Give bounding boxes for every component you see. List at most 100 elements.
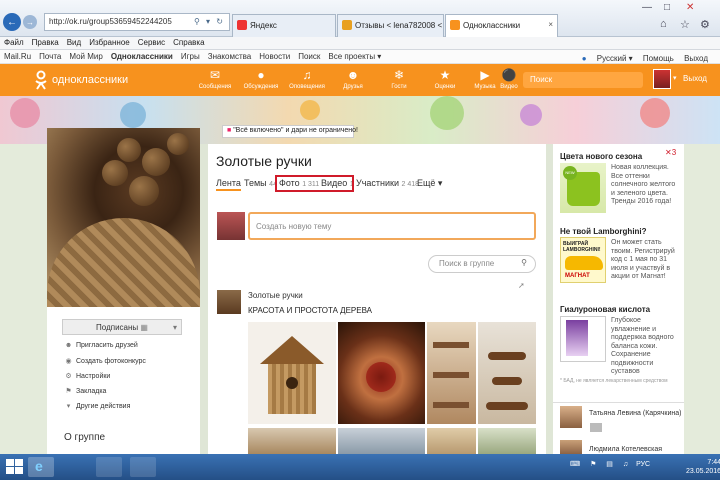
input-language[interactable]: РУС [636,461,650,468]
nav-guests[interactable]: ❄ Гости [379,68,419,90]
ok-exit-link[interactable]: Выход [683,74,707,83]
fav-games[interactable]: Игры [177,50,204,63]
ad-title[interactable]: Цвета нового сезона [560,152,642,161]
ad-title[interactable]: Не твой Lamborghini? [560,227,647,236]
menu-file[interactable]: Файл [0,37,28,48]
network-icon[interactable]: ▤ [606,461,613,468]
post-photo-stand[interactable] [478,322,536,424]
nav-discussions[interactable]: ● Обсуждения [241,68,281,90]
volume-icon[interactable]: ♫ [623,461,628,468]
ad-text[interactable]: Он может стать твоим. Регистрируй код с … [611,239,681,282]
group-search-input[interactable]: Поиск в группе ⚲ [428,255,536,273]
ok-logo[interactable]: одноклассники [34,70,128,90]
help-link[interactable]: Помощь [639,54,678,63]
fav-all-projects[interactable]: Все проекты ▾ [324,50,385,63]
windows-start-icon[interactable] [6,459,24,475]
url-input[interactable]: http://ok.ru/group53659452244205 ⚲ ▾ ↻ [44,13,230,31]
pin-icon[interactable]: ➚ [518,281,525,290]
message-icon[interactable] [590,423,602,432]
group-search-placeholder: Поиск в группе [439,259,495,268]
menu-view[interactable]: Вид [63,37,85,48]
tab-reviews[interactable]: Отзывы < lena782008 < Польз... [337,14,444,37]
post-photo-5[interactable] [248,428,336,454]
fav-mymir[interactable]: Мой Мир [65,50,106,63]
ad-close-icon[interactable]: ✕3 [665,148,676,157]
post-photo-shelves[interactable] [427,322,476,424]
post-photo-8[interactable] [478,428,536,454]
ie-taskbar-icon[interactable]: e [28,457,54,477]
subscribed-button[interactable]: Подписаны ▦ ▾ [62,319,182,335]
post-photo-7[interactable] [427,428,476,454]
left-menu-settings[interactable]: ⚙ Настройки [64,372,110,381]
gear-icon[interactable]: ⚙ [700,18,710,31]
keyboard-icon[interactable]: ⌨ [570,461,580,468]
post-group-avatar[interactable] [217,290,241,314]
ad-text[interactable]: Глубокое увлажнение и поддержка водного … [611,317,681,377]
friend-avatar[interactable] [560,406,582,428]
nav-ratings[interactable]: ★ Оценки [425,68,465,90]
left-menu-contest[interactable]: ◉ Создать фотоконкурс [64,357,145,366]
tab-topics[interactable]: Темы 44 [244,178,277,188]
flag-icon[interactable]: ⚑ [590,461,596,468]
post-photo-6[interactable] [338,428,425,454]
friend-name[interactable]: Татьяна Левина (Карячкина) [589,410,681,417]
clock[interactable]: 7:44 23.05.2016 [686,458,720,476]
logo-text: одноклассники [52,74,129,86]
ok-search-input[interactable]: Поиск [523,72,643,88]
language-select[interactable]: Русский ▾ [593,54,637,63]
forward-button[interactable]: → [23,15,37,29]
tab-feed[interactable]: Лента [216,178,241,191]
nav-friends[interactable]: ☻ Друзья [333,68,373,90]
search-icon[interactable]: ⚲ [521,258,527,267]
nav-notifications[interactable]: ♫ Оповещения [287,68,327,90]
post-group-name[interactable]: Золотые ручки [248,291,303,300]
nav-messages[interactable]: ✉ Сообщения [195,68,235,90]
avatar[interactable] [653,69,671,89]
friend-name[interactable]: Людмила Котелевская [589,446,662,453]
exit-link[interactable]: Выход [680,54,712,63]
fav-mail[interactable]: Почта [35,50,65,63]
minimize-icon[interactable]: — [642,2,652,13]
fav-news[interactable]: Новости [255,50,294,63]
home-icon[interactable]: ⌂ [660,18,667,30]
ad-text[interactable]: Новая коллекция. Все оттенки солнечного … [611,164,681,207]
menu-edit[interactable]: Правка [28,37,63,48]
fav-search[interactable]: Поиск [294,50,324,63]
back-button[interactable]: ← [3,13,21,31]
left-menu-invite[interactable]: ☻ Пригласить друзей [64,342,138,349]
favorites-star-icon[interactable]: ☆ [680,18,690,31]
close-window-icon[interactable]: ✕ [686,2,694,13]
tab-odnoklassniki[interactable]: Одноклассники × [445,14,558,37]
nav-video[interactable]: ⚫ Видео [495,68,523,90]
avatar-menu-chevron-icon[interactable]: ▾ [673,74,677,82]
url-actions-icon[interactable]: ⚲ ▾ ↻ [194,17,225,26]
notepad-taskbar-icon[interactable] [130,457,156,477]
post-photo-flower[interactable] [338,322,425,424]
mailru-bar: Mail.Ru Почта Мой Мир Одноклассники Игры Знак… [0,50,720,64]
fav-mailru[interactable]: Mail.Ru [0,50,35,63]
tab-yandex[interactable]: Яндекс [232,14,336,37]
fav-odnoklassniki[interactable]: Одноклассники [107,50,177,63]
post-photo-birdhouse[interactable] [248,322,336,424]
ad-title[interactable]: Гиалуроновая кислота [560,305,650,314]
new-topic-input[interactable]: Создать новую тему [248,212,536,240]
app-taskbar-icon[interactable] [96,457,122,477]
left-menu-other[interactable]: ▾ Другие действия [64,402,131,411]
post-title[interactable]: КРАСОТА И ПРОСТОТА ДЕРЕВА [248,306,372,315]
maximize-icon[interactable]: □ [664,2,670,13]
menu-favorites[interactable]: Избранное [85,37,134,48]
close-tab-icon[interactable]: × [548,20,553,29]
left-menu-bookmark[interactable]: ⚑ Закладка [64,387,106,396]
promo-banner[interactable]: ■ "Всё включено" и дари не ограничено! [222,125,358,138]
fav-dating[interactable]: Знакомства [204,50,256,63]
menu-help[interactable]: Справка [169,37,208,48]
reviews-favicon-icon [342,20,352,30]
tab-more[interactable]: Ещё ▾ [417,178,442,189]
system-tray: ⌨ ⚑ ▤ ♫ РУС [570,460,650,468]
photo-shelf [433,372,469,378]
ad-image-lamborghini[interactable]: ВЫИГРАЙ LAMBORGHINI! МАГНАТ [560,237,606,283]
tab-members[interactable]: Участники 2 418 [356,178,419,188]
group-cover-photo[interactable] [47,128,200,307]
photo-stand-tier [488,352,526,360]
menu-tools[interactable]: Сервис [134,37,169,48]
